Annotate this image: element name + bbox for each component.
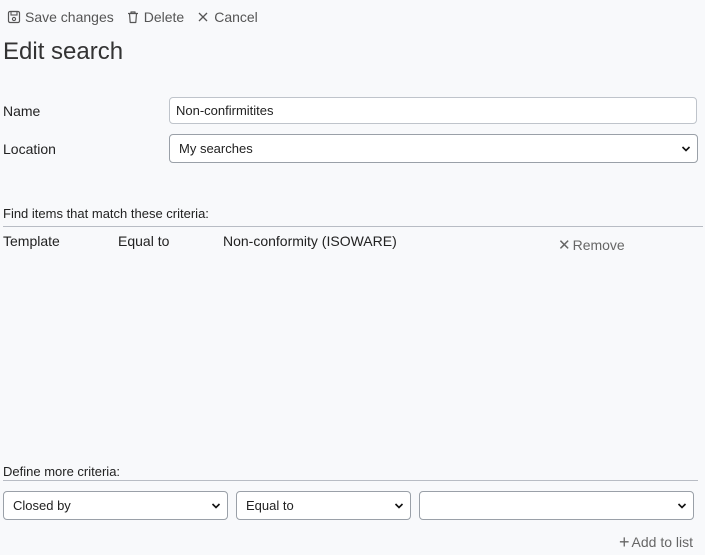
criteria-operator-select[interactable]: Equal to	[236, 491, 411, 520]
location-label: Location	[3, 141, 56, 157]
criteria-divider	[3, 226, 703, 227]
delete-label: Delete	[143, 9, 185, 25]
location-select-value: My searches	[179, 141, 253, 156]
plus-icon: +	[619, 532, 630, 552]
chevron-down-icon	[681, 145, 691, 152]
criteria-header: Find items that match these criteria:	[3, 206, 209, 221]
close-icon: ✕	[558, 237, 571, 254]
toolbar: Save changes Delete Cancel	[7, 8, 270, 26]
page-title: Edit search	[3, 38, 124, 65]
criteria-field: Template	[3, 233, 60, 249]
chevron-down-icon	[394, 502, 404, 509]
trash-icon	[126, 10, 140, 24]
add-to-list-button[interactable]: + Add to list	[619, 532, 693, 552]
name-field[interactable]	[169, 97, 697, 124]
name-label: Name	[3, 103, 41, 119]
criteria-value-select[interactable]	[419, 491, 694, 520]
criteria-field-select[interactable]: Closed by	[3, 491, 228, 520]
define-more-header: Define more criteria:	[3, 464, 121, 479]
criteria-field-select-value: Closed by	[13, 498, 71, 513]
criteria-operator-select-value: Equal to	[246, 498, 294, 513]
remove-criteria-button[interactable]: ✕ Remove	[558, 236, 625, 254]
define-more-divider	[3, 480, 698, 481]
close-icon	[196, 10, 210, 24]
save-changes-button[interactable]: Save changes	[7, 9, 114, 25]
location-select[interactable]: My searches	[169, 134, 698, 163]
cancel-button[interactable]: Cancel	[196, 9, 258, 25]
delete-button[interactable]: Delete	[126, 9, 184, 25]
save-changes-label: Save changes	[25, 9, 114, 25]
cancel-label: Cancel	[214, 9, 258, 25]
remove-label: Remove	[572, 237, 625, 253]
criteria-value: Non-conformity (ISOWARE)	[223, 233, 397, 249]
save-icon	[7, 10, 21, 24]
chevron-down-icon	[211, 502, 221, 509]
chevron-down-icon	[677, 502, 687, 509]
criteria-operator: Equal to	[118, 233, 170, 249]
add-to-list-label: Add to list	[631, 534, 693, 550]
